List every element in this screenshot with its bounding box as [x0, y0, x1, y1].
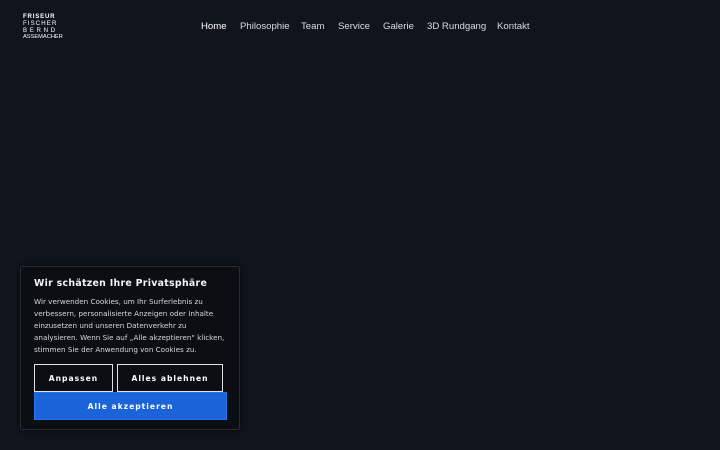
reject-all-button[interactable]: Alles ablehnen	[117, 364, 223, 392]
cookie-banner-text: Wir verwenden Cookies, um Ihr Surferlebn…	[34, 297, 225, 354]
nav-item-philosophie[interactable]: Philosophie	[240, 21, 301, 33]
nav-item-kontakt[interactable]: Kontakt	[497, 21, 537, 33]
logo-line-4: ASSEMACHER	[23, 33, 63, 40]
nav-item-3d-rundgang[interactable]: 3D Rundgang	[427, 21, 497, 33]
accept-all-button[interactable]: Alle akzeptieren	[34, 392, 227, 420]
customize-button[interactable]: Anpassen	[34, 364, 113, 392]
nav-item-home[interactable]: Home	[201, 21, 240, 33]
cookie-consent-banner: Wir schätzen Ihre Privatsphäre Wir verwe…	[20, 266, 240, 430]
nav-item-service[interactable]: Service	[338, 21, 383, 33]
main-navigation: Home Philosophie Team Service Galerie 3D…	[201, 21, 537, 33]
nav-item-team[interactable]: Team	[301, 21, 338, 33]
nav-item-galerie[interactable]: Galerie	[383, 21, 427, 33]
brand-logo[interactable]: FRISEUR FISCHER BERND ASSEMACHER	[23, 13, 63, 42]
cookie-banner-title: Wir schätzen Ihre Privatsphäre	[34, 278, 208, 289]
